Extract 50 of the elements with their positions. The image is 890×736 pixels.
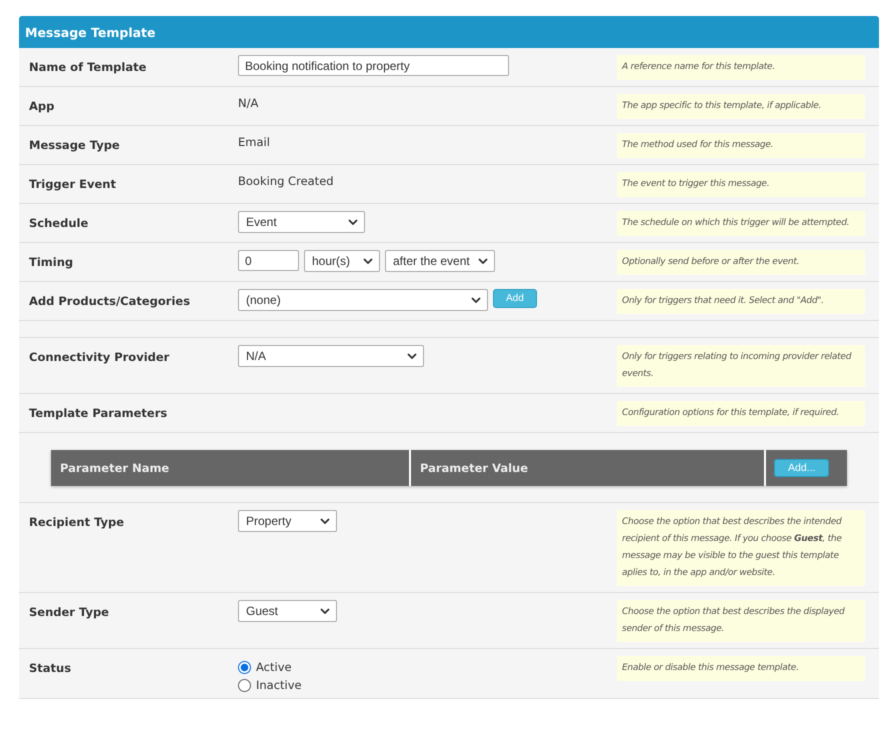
radio-button[interactable]	[238, 660, 251, 674]
caret-icon	[320, 518, 330, 524]
help-note: The app specific to this template, if applicable.	[617, 94, 865, 119]
field-label: Sender Type	[28, 604, 110, 619]
field-label: Name of Template	[28, 59, 148, 74]
radio-option[interactable]: Active	[238, 660, 302, 674]
help-note: Choose the option that best describes the displayed sender of this message.	[617, 600, 865, 642]
caret-icon	[407, 353, 417, 359]
field-label: Message Type	[28, 137, 121, 152]
text-field[interactable]: 0	[238, 250, 299, 271]
caret-icon	[320, 608, 330, 614]
help-note: Configuration options for this template, if required.	[617, 401, 865, 426]
panel-title: Message Template	[25, 24, 156, 40]
dropdown[interactable]: hour(s)	[304, 250, 380, 272]
field-value: Email	[238, 134, 270, 149]
radio-button[interactable]	[238, 678, 251, 692]
field-label: App	[28, 98, 56, 113]
field-label: Add Products/Categories	[28, 293, 192, 308]
caret-icon	[478, 258, 488, 264]
column-header: Parameter Name	[51, 450, 409, 486]
dropdown[interactable]: N/A	[238, 345, 424, 367]
help-note: The method used for this message.	[617, 133, 865, 158]
caret-icon	[348, 219, 358, 225]
dropdown[interactable]: Event	[238, 211, 365, 233]
dropdown[interactable]: Guest	[238, 600, 337, 622]
field-label: Schedule	[28, 215, 90, 230]
field-label: Recipient Type	[28, 514, 126, 529]
field-label: Trigger Event	[28, 176, 117, 191]
radio-option[interactable]: Inactive	[238, 678, 302, 692]
caret-icon	[471, 297, 481, 303]
column-header: Parameter Value	[411, 450, 764, 486]
help-note: Optionally send before or after the event.	[617, 250, 865, 275]
dropdown[interactable]: (none)	[238, 289, 488, 311]
help-note: The schedule on which this trigger will be attempted.	[617, 211, 865, 236]
help-note: Only for triggers that need it. Select and "Add".	[617, 289, 865, 314]
text-field[interactable]: Booking notification to property	[238, 55, 509, 76]
help-note: Only for triggers relating to incoming provider related events.	[617, 345, 865, 387]
dropdown[interactable]: after the event	[385, 250, 495, 272]
help-note: Choose the option that best describes the intended recipient of this message. If you choose Guest, the message may be visible to the guest this template aplies to, in the app and/or website.	[617, 510, 865, 586]
field-value: N/A	[238, 95, 258, 110]
field-label: Status	[28, 660, 72, 675]
caret-icon	[363, 258, 373, 264]
field-label: Timing	[28, 254, 74, 269]
field-value: Booking Created	[238, 173, 334, 188]
field-label: Connectivity Provider	[28, 349, 170, 364]
dropdown[interactable]: Property	[238, 510, 337, 532]
help-note: The event to trigger this message.	[617, 172, 865, 197]
help-note: Enable or disable this message template.	[617, 656, 865, 681]
help-note: A reference name for this template.	[617, 55, 865, 80]
field-label: Template Parameters	[28, 405, 168, 420]
